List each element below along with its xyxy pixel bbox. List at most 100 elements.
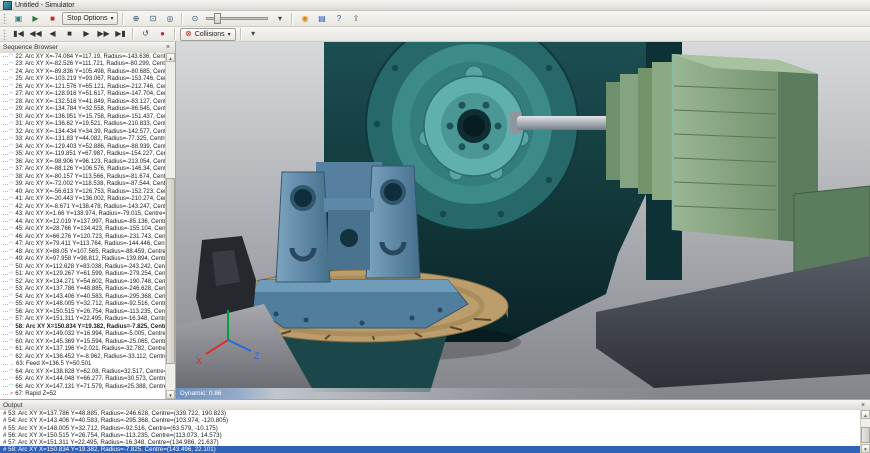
sequence-item[interactable]: ◠37: Arc XY X=-88.126 Y=106.576, Radius=… (0, 166, 165, 174)
stop-options-button-label: Stop Options (67, 15, 107, 22)
sequence-item[interactable]: ◠38: Arc XY X=-80.157 Y=113.566, Radius=… (0, 173, 165, 181)
toolbar-grip[interactable] (3, 13, 7, 24)
output-line[interactable]: # 58: Arc XY X=150.834 Y=19.382, Radius=… (0, 446, 861, 453)
scrollbar-thumb[interactable] (166, 178, 175, 365)
sequence-item[interactable]: ◠23: Arc XY X=-82.526 Y=111.721, Radius=… (0, 61, 165, 69)
sequence-item[interactable]: ◠56: Arc XY X=150.515 Y=26.754, Radius=-… (0, 308, 165, 316)
output-line[interactable]: # 55: Arc XY X=148.005 Y=32.712, Radius=… (0, 425, 861, 432)
sequence-item-text: 42: Arc XY X=-8.671 Y=138.478, Radius=-1… (15, 204, 166, 210)
sequence-item[interactable]: ◠25: Arc XY X=-103.219 Y=93.067, Radius=… (0, 76, 165, 84)
collisions-button[interactable]: ⊗Collisions▾ (180, 28, 236, 41)
slider-thumb[interactable] (214, 13, 221, 24)
scroll-down-icon[interactable]: ▼ (166, 390, 175, 399)
sequence-item[interactable]: ◠42: Arc XY X=-8.671 Y=138.478, Radius=-… (0, 203, 165, 211)
stop-options-button[interactable]: Stop Options▾ (62, 12, 118, 25)
fast-forward-button[interactable]: ▶▶ (96, 28, 111, 41)
toolbar-grip[interactable] (3, 29, 7, 40)
arc-move-icon: ◠ (9, 167, 13, 172)
output-scrollbar[interactable]: ▲ ▼ (860, 410, 870, 453)
sequence-item[interactable]: ◠34: Arc XY X=-129.403 Y=52.886, Radius=… (0, 143, 165, 151)
fast-rewind-button[interactable]: ◀◀ (28, 28, 43, 41)
sequence-item[interactable]: ◠36: Arc XY X=-98.906 Y=96.123, Radius=-… (0, 158, 165, 166)
sequence-item[interactable]: ◠64: Arc XY X=138.828 Y=62.08, Radius=32… (0, 368, 165, 376)
sequence-item[interactable]: ◠62: Arc XY X=136.452 Y=-8.962, Radius=-… (0, 353, 165, 361)
sequence-item[interactable]: ◠54: Arc XY X=143.406 Y=40.583, Radius=-… (0, 293, 165, 301)
sequence-item[interactable]: ↗67: Rapid Z=52 (0, 391, 165, 399)
sequence-item[interactable]: ◠49: Arc XY X=97.958 Y=98.812, Radius=-1… (0, 256, 165, 264)
loop-button[interactable]: ↺ (138, 28, 153, 41)
sequence-item[interactable]: ◠22: Arc XY X=-74.084 Y=117.19, Radius=-… (0, 53, 165, 61)
sequence-item[interactable]: ◠61: Arc XY X=137.196 Y=2.021, Radius=-3… (0, 346, 165, 354)
sequence-item[interactable]: ◠58: Arc XY X=150.834 Y=19.382, Radius=-… (0, 323, 165, 331)
scrollbar-thumb[interactable] (861, 427, 870, 443)
fit-view-button[interactable]: ◎ (162, 12, 177, 25)
sequence-item[interactable]: ◠31: Arc XY X=-136.62 Y=19.521, Radius=-… (0, 121, 165, 129)
sequence-item[interactable]: →63: Feed X=136.5 Y=50.501 (0, 361, 165, 369)
sequence-item[interactable]: ◠32: Arc XY X=-134.434 Y=34.39, Radius=-… (0, 128, 165, 136)
help-button[interactable]: ? (331, 12, 346, 25)
output-line[interactable]: # 53: Arc XY X=137.786 Y=48.885, Radius=… (0, 410, 861, 417)
skip-to-start-button[interactable]: ▮◀ (11, 28, 26, 41)
arc-move-icon: ◠ (9, 354, 13, 359)
stop-simulation-button[interactable]: ■ (45, 12, 60, 25)
render-mode-button[interactable]: ◉ (297, 12, 312, 25)
sequence-scrollbar[interactable]: ▲ ▼ (165, 53, 175, 399)
sequence-item[interactable]: ◠29: Arc XY X=-134.784 Y=32.558, Radius=… (0, 106, 165, 114)
sequence-item[interactable]: ◠52: Arc XY X=134.271 Y=54.602, Radius=-… (0, 278, 165, 286)
save-image-button[interactable]: ▤ (314, 12, 329, 25)
scroll-down-icon[interactable]: ▼ (861, 444, 870, 453)
close-icon[interactable]: × (164, 43, 172, 52)
sequence-item[interactable]: ◠26: Arc XY X=-121.576 Y=65.121, Radius=… (0, 83, 165, 91)
sequence-item[interactable]: ◠43: Arc XY X=1.66 Y=138.974, Radius=-79… (0, 211, 165, 219)
sequence-item-text: 38: Arc XY X=-80.157 Y=113.566, Radius=-… (15, 174, 166, 180)
scroll-up-icon[interactable]: ▲ (861, 410, 870, 419)
more-options-button[interactable]: ▾ (246, 28, 261, 41)
sequence-item[interactable]: ◠60: Arc XY X=145.369 Y=15.594, Radius=-… (0, 338, 165, 346)
sequence-item[interactable]: ◠45: Arc XY X=28.766 Y=134.423, Radius=-… (0, 226, 165, 234)
sequence-item[interactable]: ◠51: Arc XY X=129.267 Y=61.599, Radius=-… (0, 271, 165, 279)
sequence-item[interactable]: ◠24: Arc XY X=-89.836 Y=105.498, Radius=… (0, 68, 165, 76)
slider-menu-button[interactable]: ▾ (272, 12, 287, 25)
sequence-item[interactable]: ◠48: Arc XY X=88.05 Y=107.565, Radius=-8… (0, 248, 165, 256)
output-line[interactable]: # 54: Arc XY X=143.406 Y=40.583, Radius=… (0, 417, 861, 424)
sequence-item[interactable]: ◠33: Arc XY X=-131.83 Y=44.082, Radius=-… (0, 136, 165, 144)
output-line[interactable]: # 57: Arc XY X=151.311 Y=22.495, Radius=… (0, 439, 861, 446)
sequence-item[interactable]: ◠35: Arc XY X=-119.851 Y=67.987, Radius=… (0, 151, 165, 159)
stop-playback-button[interactable]: ■ (62, 28, 77, 41)
output-line[interactable]: # 56: Arc XY X=150.515 Y=26.754, Radius=… (0, 432, 861, 439)
sequence-item[interactable]: ◠47: Arc XY X=79.411 Y=113.764, Radius=-… (0, 241, 165, 249)
sequence-item[interactable]: ◠55: Arc XY X=148.005 Y=32.712, Radius=-… (0, 301, 165, 309)
machine-view-button[interactable]: ▣ (11, 12, 26, 25)
sequence-item[interactable]: ◠30: Arc XY X=-136.951 Y=15.758, Radius=… (0, 113, 165, 121)
sequence-item-text: 24: Arc XY X=-89.836 Y=105.498, Radius=-… (15, 69, 166, 75)
magnify-region-button[interactable]: ⊙ (187, 12, 202, 25)
sequence-item[interactable]: ◠59: Arc XY X=149.032 Y=16.994, Radius=-… (0, 331, 165, 339)
sequence-item[interactable]: ◠41: Arc XY X=-20.443 Y=136.002, Radius=… (0, 196, 165, 204)
zoom-in-button[interactable]: ⊕ (128, 12, 143, 25)
record-button[interactable]: ● (155, 28, 170, 41)
arc-move-icon: ◠ (9, 92, 13, 97)
eject-button[interactable]: ⇧ (348, 12, 363, 25)
speed-slider[interactable] (206, 12, 268, 25)
arc-move-icon: ◠ (9, 257, 13, 262)
play-button[interactable]: ▶ (79, 28, 94, 41)
sequence-item[interactable]: ◠66: Arc XY X=147.131 Y=71.579, Radius=2… (0, 383, 165, 391)
scroll-up-icon[interactable]: ▲ (166, 53, 175, 62)
zoom-window-button[interactable]: ⊡ (145, 12, 160, 25)
sequence-item[interactable]: ◠53: Arc XY X=137.786 Y=48.885, Radius=-… (0, 286, 165, 294)
sequence-item[interactable]: ◠57: Arc XY X=151.311 Y=22.495, Radius=-… (0, 316, 165, 324)
step-back-button[interactable]: ◀ (45, 28, 60, 41)
sequence-item[interactable]: ◠44: Arc XY X=12.019 Y=137.997, Radius=-… (0, 218, 165, 226)
skip-to-end-button[interactable]: ▶▮ (113, 28, 128, 41)
viewport-3d[interactable]: X Z Dynamic: 0.86 (176, 42, 870, 399)
close-icon[interactable]: × (859, 401, 867, 410)
sequence-item[interactable]: ◠65: Arc XY X=144.048 Y=66.277, Radius=3… (0, 376, 165, 384)
run-simulation-button[interactable]: ▶ (28, 12, 43, 25)
sequence-item[interactable]: ◠39: Arc XY X=-72.002 Y=118.538, Radius=… (0, 181, 165, 189)
sequence-item[interactable]: ◠27: Arc XY X=-128.916 Y=51.617, Radius=… (0, 91, 165, 99)
sequence-item[interactable]: ◠46: Arc XY X=66.276 Y=120.723, Radius=-… (0, 233, 165, 241)
sequence-item[interactable]: ◠28: Arc XY X=-132.516 Y=41.849, Radius=… (0, 98, 165, 106)
sequence-item[interactable]: ◠50: Arc XY X=112.628 Y=83.038, Radius=-… (0, 263, 165, 271)
sequence-item[interactable]: ◠40: Arc XY X=-56.613 Y=126.753, Radius=… (0, 188, 165, 196)
arc-move-icon: ◠ (9, 137, 13, 142)
